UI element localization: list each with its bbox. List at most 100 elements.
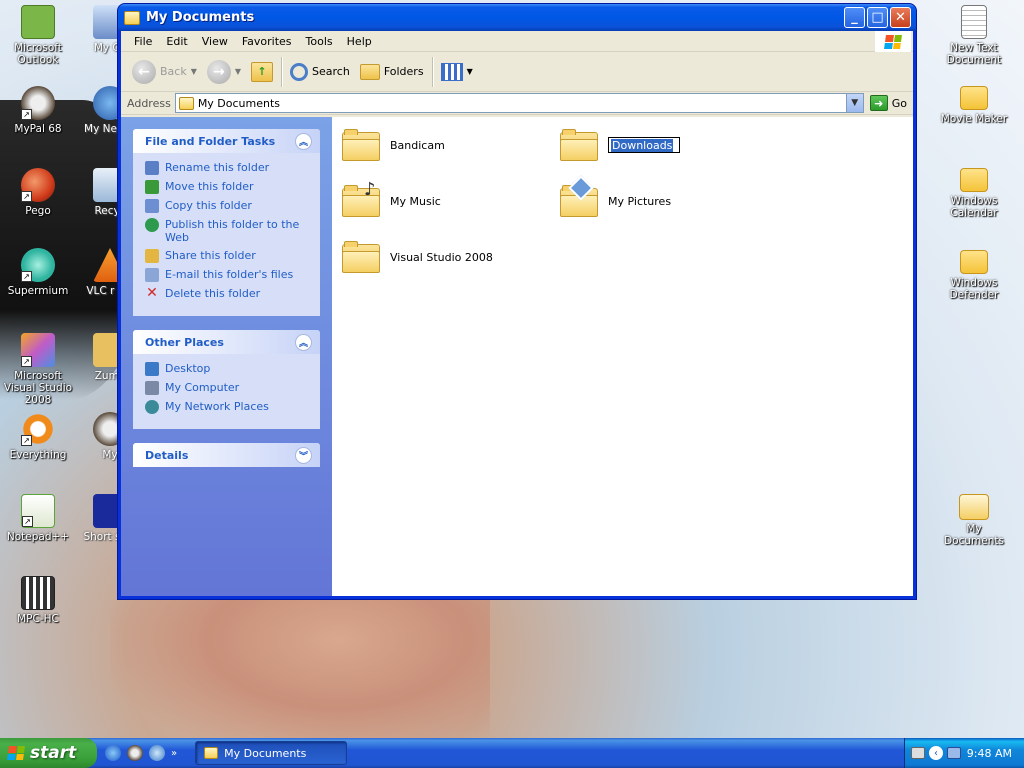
folder-icon (342, 241, 380, 273)
desktop-icon-new-text-document[interactable]: New Text Document (936, 5, 1012, 66)
chevron-up-icon[interactable]: ︽ (295, 333, 312, 351)
system-tray: ‹ 9:48 AM (904, 738, 1024, 768)
desktop-icon-visual-studio[interactable]: ↗ Microsoft Visual Studio 2008 (0, 333, 76, 406)
menu-help[interactable]: Help (340, 35, 379, 48)
rename-icon (145, 161, 159, 175)
folder-icon (342, 129, 380, 161)
window-title: My Documents (146, 10, 255, 25)
folder-icon (560, 129, 598, 161)
toolbar-separator (281, 56, 283, 87)
toolbar-separator (431, 56, 433, 87)
menu-file[interactable]: File (127, 35, 159, 48)
my-computer-link[interactable]: My Computer (145, 381, 310, 395)
folders-label: Folders (383, 65, 424, 78)
desktop-icon-movie-maker[interactable]: Movie Maker (936, 86, 1012, 125)
keyboard-icon[interactable] (911, 747, 925, 759)
folder-icon (960, 86, 988, 110)
rename-folder-link[interactable]: Rename this folder (145, 161, 310, 175)
menu-tools[interactable]: Tools (299, 35, 340, 48)
desktop-icon-label: Microsoft Visual Studio 2008 (3, 370, 73, 406)
folder-item-bandicam[interactable]: Bandicam (342, 129, 445, 161)
desktop-icon-windows-calendar[interactable]: Windows Calendar (936, 168, 1012, 219)
chevron-down-icon[interactable]: ︾ (295, 446, 312, 464)
desktop-icon-everything[interactable]: ↗ Everything (0, 412, 76, 461)
network-icon[interactable] (947, 747, 961, 759)
close-button[interactable]: ✕ (890, 7, 911, 28)
mypal-icon[interactable] (127, 745, 143, 761)
menu-favorites[interactable]: Favorites (235, 35, 299, 48)
link-label: My Computer (165, 381, 240, 394)
internet-explorer-icon[interactable] (105, 745, 121, 761)
move-folder-link[interactable]: Move this folder (145, 180, 310, 194)
publish-folder-link[interactable]: Publish this folder to the Web (145, 218, 310, 244)
desktop-icon-mypal[interactable]: ↗ MyPal 68 (0, 86, 76, 135)
text-document-icon (961, 5, 987, 39)
start-button[interactable]: start (0, 738, 97, 768)
menu-edit[interactable]: Edit (159, 35, 194, 48)
delete-folder-link[interactable]: ✕ Delete this folder (145, 286, 310, 301)
folder-item-downloads[interactable]: Downloads (560, 129, 680, 161)
folder-name: My Pictures (608, 194, 672, 208)
taskbar-item-label: My Documents (224, 746, 307, 760)
folder-item-my-music[interactable]: ♪ My Music (342, 179, 441, 217)
panel-header[interactable]: Other Places ︽ (133, 330, 320, 354)
music-folder-icon: ♪ (342, 179, 380, 217)
up-folder-button[interactable]: ↑ (246, 57, 278, 87)
search-button[interactable]: Search (285, 57, 355, 87)
chevron-right-icon[interactable]: » (171, 748, 177, 759)
maximize-button[interactable]: □ (867, 7, 888, 28)
taskbar: start » My Documents ‹ 9:48 AM (0, 738, 1024, 768)
title-bar[interactable]: My Documents _ □ ✕ (118, 4, 916, 31)
rename-input[interactable]: Downloads (608, 137, 680, 153)
folder-item-visual-studio-2008[interactable]: Visual Studio 2008 (342, 241, 493, 273)
address-value: My Documents (197, 96, 281, 110)
quick-launch: » (97, 745, 185, 761)
chevron-up-icon[interactable]: ︽ (295, 132, 312, 150)
desktop-icon-mpc-hc[interactable]: MPC-HC (0, 576, 76, 625)
share-folder-link[interactable]: Share this folder (145, 249, 310, 263)
minimize-button[interactable]: _ (844, 7, 865, 28)
my-computer-icon (145, 381, 159, 395)
email-folder-link[interactable]: E-mail this folder's files (145, 268, 310, 282)
copy-folder-link[interactable]: Copy this folder (145, 199, 310, 213)
explorer-window: My Documents _ □ ✕ File Edit View Favori… (117, 3, 917, 600)
desktop-icon-windows-defender[interactable]: Windows Defender (936, 250, 1012, 301)
views-button[interactable]: ▼ (436, 57, 478, 87)
go-arrow-icon: ➜ (869, 95, 888, 111)
forward-button[interactable]: → ▼ (202, 57, 246, 87)
folder-item-my-pictures[interactable]: My Pictures (560, 175, 672, 217)
panel-details: Details ︾ (133, 443, 320, 467)
desktop-icon (145, 362, 159, 376)
desktop-icon-outlook[interactable]: Microsoft Outlook (0, 5, 76, 66)
folder-icon (124, 10, 140, 25)
go-button[interactable]: ➜ Go (864, 95, 913, 111)
mpc-hc-icon (21, 576, 55, 610)
back-button[interactable]: ← Back ▼ (127, 57, 202, 87)
desktop-icon-supermium[interactable]: ↗ Supermium (0, 248, 76, 297)
chevron-left-icon[interactable]: ‹ (929, 746, 943, 760)
folders-icon (359, 63, 380, 80)
folders-button[interactable]: Folders (355, 57, 429, 87)
windows-logo-icon (7, 746, 25, 760)
copy-icon (145, 199, 159, 213)
desktop-icon-pego[interactable]: ↗ Pego (0, 168, 76, 217)
desktop-icon-notepadpp[interactable]: ↗ Notepad++ (0, 494, 76, 543)
chevron-down-icon[interactable]: ▼ (845, 94, 863, 112)
panel-file-folder-tasks: File and Folder Tasks ︽ Rename this fold… (133, 129, 320, 316)
taskbar-item-my-documents[interactable]: My Documents (195, 741, 348, 765)
link-label: Desktop (165, 362, 211, 375)
search-label: Search (312, 65, 350, 78)
address-field[interactable]: My Documents ▼ (174, 93, 864, 113)
panel-header[interactable]: Details ︾ (133, 443, 320, 467)
desktop-link[interactable]: Desktop (145, 362, 310, 376)
browser-icon[interactable] (149, 745, 165, 761)
desktop-icon-label: MPC-HC (17, 613, 59, 625)
link-label: E-mail this folder's files (165, 268, 294, 281)
folder-name: Visual Studio 2008 (390, 250, 493, 264)
panel-header[interactable]: File and Folder Tasks ︽ (133, 129, 320, 153)
menu-view[interactable]: View (195, 35, 235, 48)
dropdown-arrow-icon: ▼ (190, 67, 197, 76)
desktop-icon-label: Movie Maker (940, 113, 1008, 125)
desktop-icon-my-documents[interactable]: My Documents (936, 494, 1012, 547)
my-network-places-link[interactable]: My Network Places (145, 400, 310, 414)
